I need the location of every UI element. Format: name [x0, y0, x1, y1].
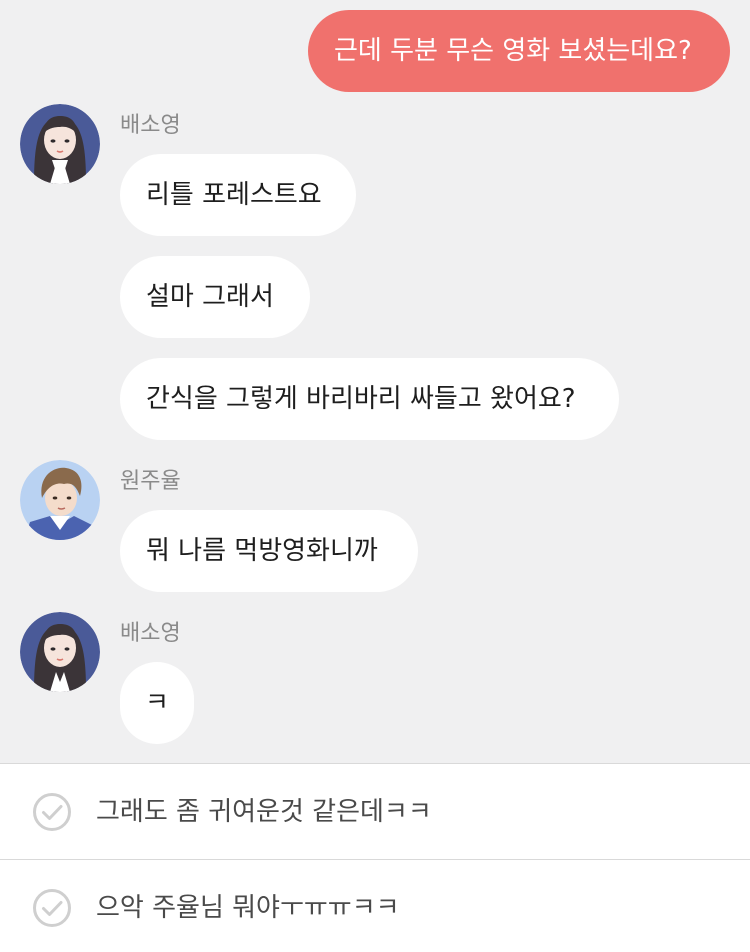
- sender-name: 배소영: [120, 113, 181, 138]
- male-avatar-icon: [20, 460, 100, 540]
- incoming-message-bubble: 뭐 나름 먹방영화니까: [120, 510, 418, 592]
- reply-choice-label: 으악 주율님 뭐야ㅜㅠㅠㅋㅋ: [96, 893, 400, 923]
- message-list[interactable]: 근데 두분 무슨 영화 보셨는데요? 배소영 리틀 포레스트요 설마 그래서 간…: [0, 0, 750, 763]
- female-avatar-icon: [20, 104, 100, 184]
- incoming-message-bubble: 리틀 포레스트요: [120, 154, 356, 236]
- reply-choice-2[interactable]: 으악 주율님 뭐야ㅜㅠㅠㅋㅋ: [0, 859, 750, 952]
- chat-screen: 근데 두분 무슨 영화 보셨는데요? 배소영 리틀 포레스트요 설마 그래서 간…: [0, 0, 750, 952]
- reply-choices: 그래도 좀 귀여운것 같은데ㅋㅋ 으악 주율님 뭐야ㅜㅠㅠㅋㅋ: [0, 763, 750, 952]
- female-avatar-icon: [20, 612, 100, 692]
- check-circle-icon: [33, 793, 71, 831]
- outgoing-message-bubble: 근데 두분 무슨 영화 보셨는데요?: [308, 10, 730, 92]
- incoming-message-bubble: 설마 그래서: [120, 256, 310, 338]
- sender-name: 배소영: [120, 621, 181, 646]
- avatar-baesoyoung[interactable]: [20, 612, 100, 692]
- avatar-wonjuyul[interactable]: [20, 460, 100, 540]
- sender-name: 원주율: [120, 469, 181, 494]
- incoming-message-bubble: ㅋ: [120, 662, 194, 744]
- reply-choice-label: 그래도 좀 귀여운것 같은데ㅋㅋ: [96, 797, 432, 827]
- incoming-message-bubble: 간식을 그렇게 바리바리 싸들고 왔어요?: [120, 358, 619, 440]
- check-circle-icon: [33, 889, 71, 927]
- reply-choice-1[interactable]: 그래도 좀 귀여운것 같은데ㅋㅋ: [0, 763, 750, 859]
- avatar-baesoyoung[interactable]: [20, 104, 100, 184]
